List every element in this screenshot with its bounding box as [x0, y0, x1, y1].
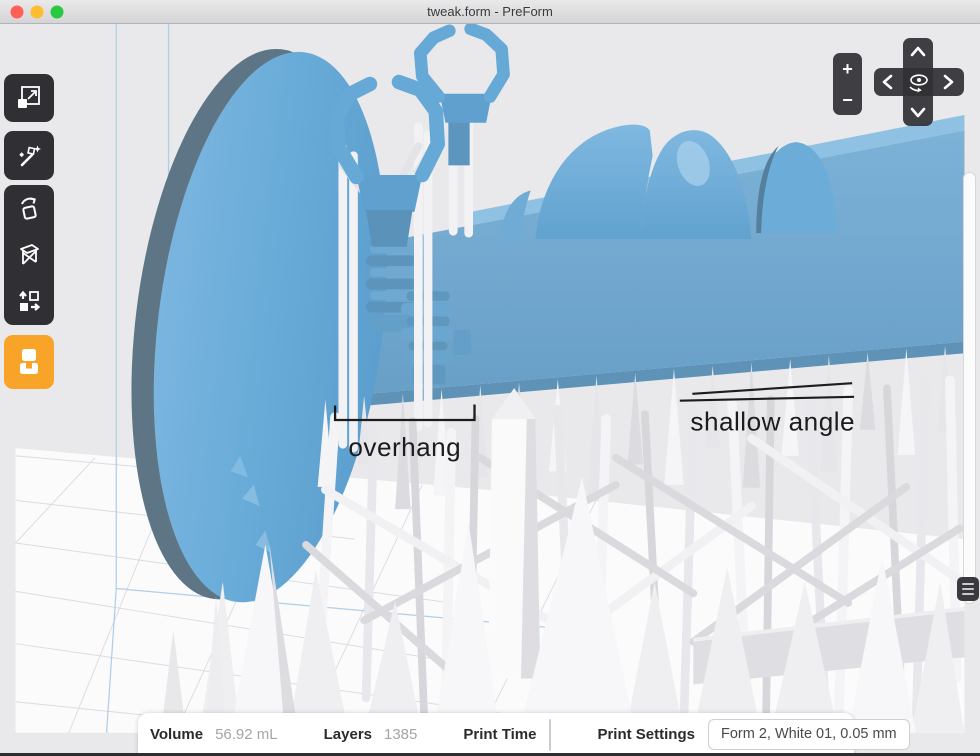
volume-value: 56.92 mL [215, 726, 278, 743]
maximize-button[interactable] [51, 6, 64, 19]
layout-tool-button[interactable] [4, 279, 54, 325]
scale-tool-button[interactable] [4, 74, 54, 122]
minimize-button[interactable] [31, 6, 44, 19]
title-bar: tweak.form - PreForm [0, 0, 980, 24]
print-time-box: -- [549, 719, 551, 751]
status-bar: Volume 56.92 mL Layers 1385 Print Time -… [138, 713, 854, 756]
view-navigator [872, 37, 964, 127]
layer-slider-handle[interactable] [957, 577, 979, 601]
zoom-controls: + − [833, 53, 862, 115]
scene-canvas[interactable]: overhang shallow angle [0, 24, 980, 756]
print-settings-label: Print Settings [597, 726, 695, 743]
zoom-out-button[interactable]: − [833, 84, 862, 115]
printer-icon [15, 347, 43, 377]
shallow-angle-label: shallow angle [690, 407, 855, 437]
supports-icon [16, 242, 42, 268]
scale-icon [16, 85, 42, 111]
window-title: tweak.form - PreForm [0, 0, 980, 24]
layers-label: Layers [324, 726, 372, 743]
print-settings-selector[interactable]: Form 2, White 01, 0.05 mm [708, 719, 910, 750]
tool-group [4, 185, 54, 325]
print-time-value: -- [550, 720, 551, 750]
print-job-button[interactable] [4, 335, 54, 389]
overhang-label: overhang [348, 432, 461, 462]
zoom-in-button[interactable]: + [833, 53, 862, 84]
print-time-label: Print Time [463, 726, 536, 743]
magic-wand-icon [16, 143, 42, 169]
rotate-icon [16, 195, 42, 221]
supports-tool-button[interactable] [4, 232, 54, 278]
one-click-print-button[interactable] [4, 131, 54, 180]
layout-icon [16, 289, 42, 315]
preform-window: tweak.form - PreForm [0, 0, 980, 756]
traffic-lights [9, 4, 69, 20]
rotate-tool-button[interactable] [4, 185, 54, 231]
viewport-3d: overhang shallow angle [0, 24, 980, 756]
layers-value: 1385 [384, 726, 417, 743]
close-button[interactable] [11, 6, 24, 19]
layer-slider-track[interactable] [963, 172, 976, 604]
volume-label: Volume [150, 726, 203, 743]
